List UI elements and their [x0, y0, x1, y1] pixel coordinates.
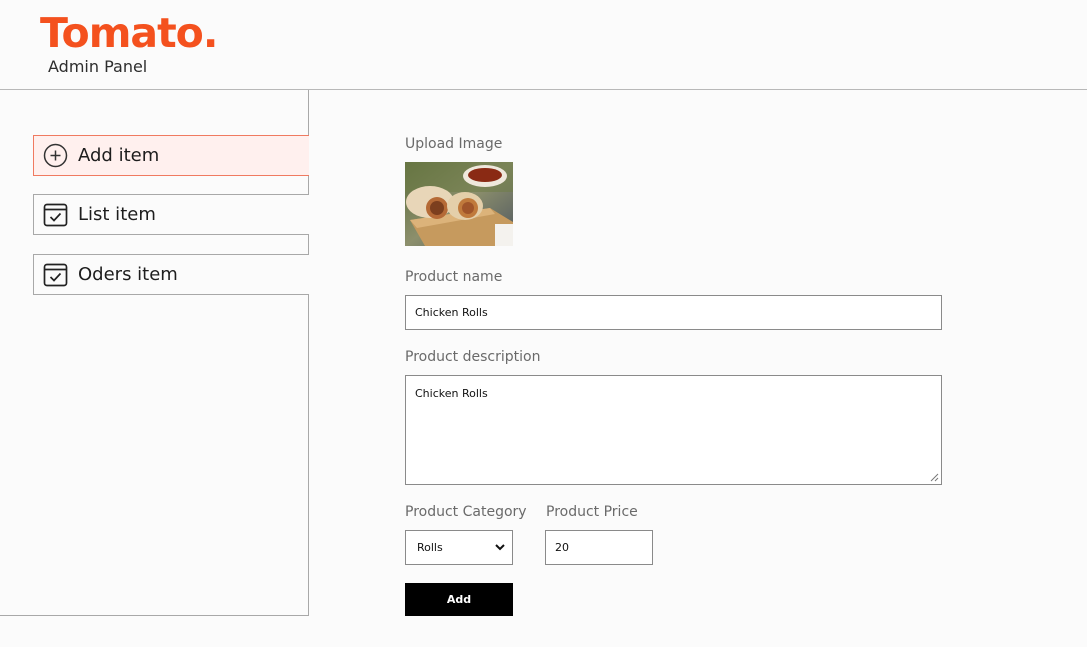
top-navbar: Tomato. Admin Panel — [0, 0, 1087, 90]
product-name-input[interactable]: Chicken Rolls — [405, 295, 942, 330]
calendar-check-icon — [43, 202, 68, 227]
sidebar-item-label: Add item — [78, 145, 160, 166]
product-category-label: Product Category — [405, 504, 527, 520]
upload-image-thumbnail[interactable] — [405, 162, 513, 246]
sidebar-item-add-item[interactable]: Add item — [33, 135, 309, 176]
sidebar-item-list-item[interactable]: List item — [33, 194, 309, 235]
product-category-select[interactable]: Rolls — [405, 530, 513, 565]
product-description-label: Product description — [405, 349, 541, 365]
add-circle-icon — [43, 143, 68, 168]
product-name-label: Product name — [405, 269, 503, 285]
resize-grip-icon[interactable] — [930, 473, 939, 482]
product-price-label: Product Price — [546, 504, 638, 520]
product-description-textarea[interactable]: Chicken Rolls — [405, 375, 942, 485]
admin-panel-subtitle: Admin Panel — [48, 57, 148, 76]
category-selected-value: Rolls — [417, 541, 443, 554]
calendar-check-icon — [43, 262, 68, 287]
product-price-input[interactable]: 20 — [545, 530, 653, 565]
product-description-value: Chicken Rolls — [415, 387, 488, 400]
chevron-down-icon — [495, 544, 505, 551]
sidebar-item-label: Oders item — [78, 264, 178, 285]
upload-image-label: Upload Image — [405, 136, 503, 152]
sidebar: Add item List item Oders item — [0, 90, 309, 616]
logo[interactable]: Tomato. — [40, 8, 218, 58]
sidebar-item-orders-item[interactable]: Oders item — [33, 254, 309, 295]
add-button[interactable]: Add — [405, 583, 513, 616]
sidebar-item-label: List item — [78, 204, 156, 225]
